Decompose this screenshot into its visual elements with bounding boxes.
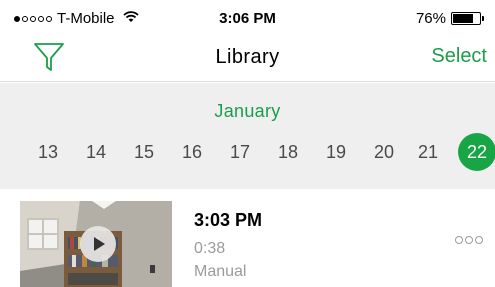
day-15[interactable]: 15 xyxy=(125,133,163,171)
select-button[interactable]: Select xyxy=(431,45,487,68)
recording-type: Manual xyxy=(194,263,247,280)
day-14[interactable]: 14 xyxy=(77,133,115,171)
day-18[interactable]: 18 xyxy=(269,133,307,171)
day-21[interactable]: 21 xyxy=(409,133,447,171)
status-bar: T-Mobile 3:06 PM 76% xyxy=(0,0,495,36)
battery-icon xyxy=(451,12,484,25)
day-13[interactable]: 13 xyxy=(29,133,67,171)
calendar-strip: January 13 14 15 16 17 18 19 20 21 22 xyxy=(0,83,495,189)
day-20[interactable]: 20 xyxy=(365,133,403,171)
day-16[interactable]: 16 xyxy=(173,133,211,171)
play-icon[interactable] xyxy=(80,226,116,262)
more-options-icon[interactable] xyxy=(455,236,483,244)
month-label[interactable]: January xyxy=(0,101,495,122)
room-bookshelf-thumbnail[interactable] xyxy=(20,201,172,287)
day-17[interactable]: 17 xyxy=(221,133,259,171)
recording-time: 3:03 PM xyxy=(194,210,263,230)
status-right: 76% xyxy=(415,10,484,27)
day-19[interactable]: 19 xyxy=(317,133,355,171)
recording-duration: 0:38 xyxy=(194,240,226,257)
page-title: Library xyxy=(215,46,280,68)
battery-percent: 76% xyxy=(415,10,446,27)
day-list: 13 14 15 16 17 18 19 20 21 22 xyxy=(0,133,495,171)
recording-list-item[interactable]: 3:03 PM 0:38 Manual xyxy=(0,189,495,287)
day-22-selected[interactable]: 22 xyxy=(458,133,495,171)
nav-bar: Library Select xyxy=(0,36,495,82)
